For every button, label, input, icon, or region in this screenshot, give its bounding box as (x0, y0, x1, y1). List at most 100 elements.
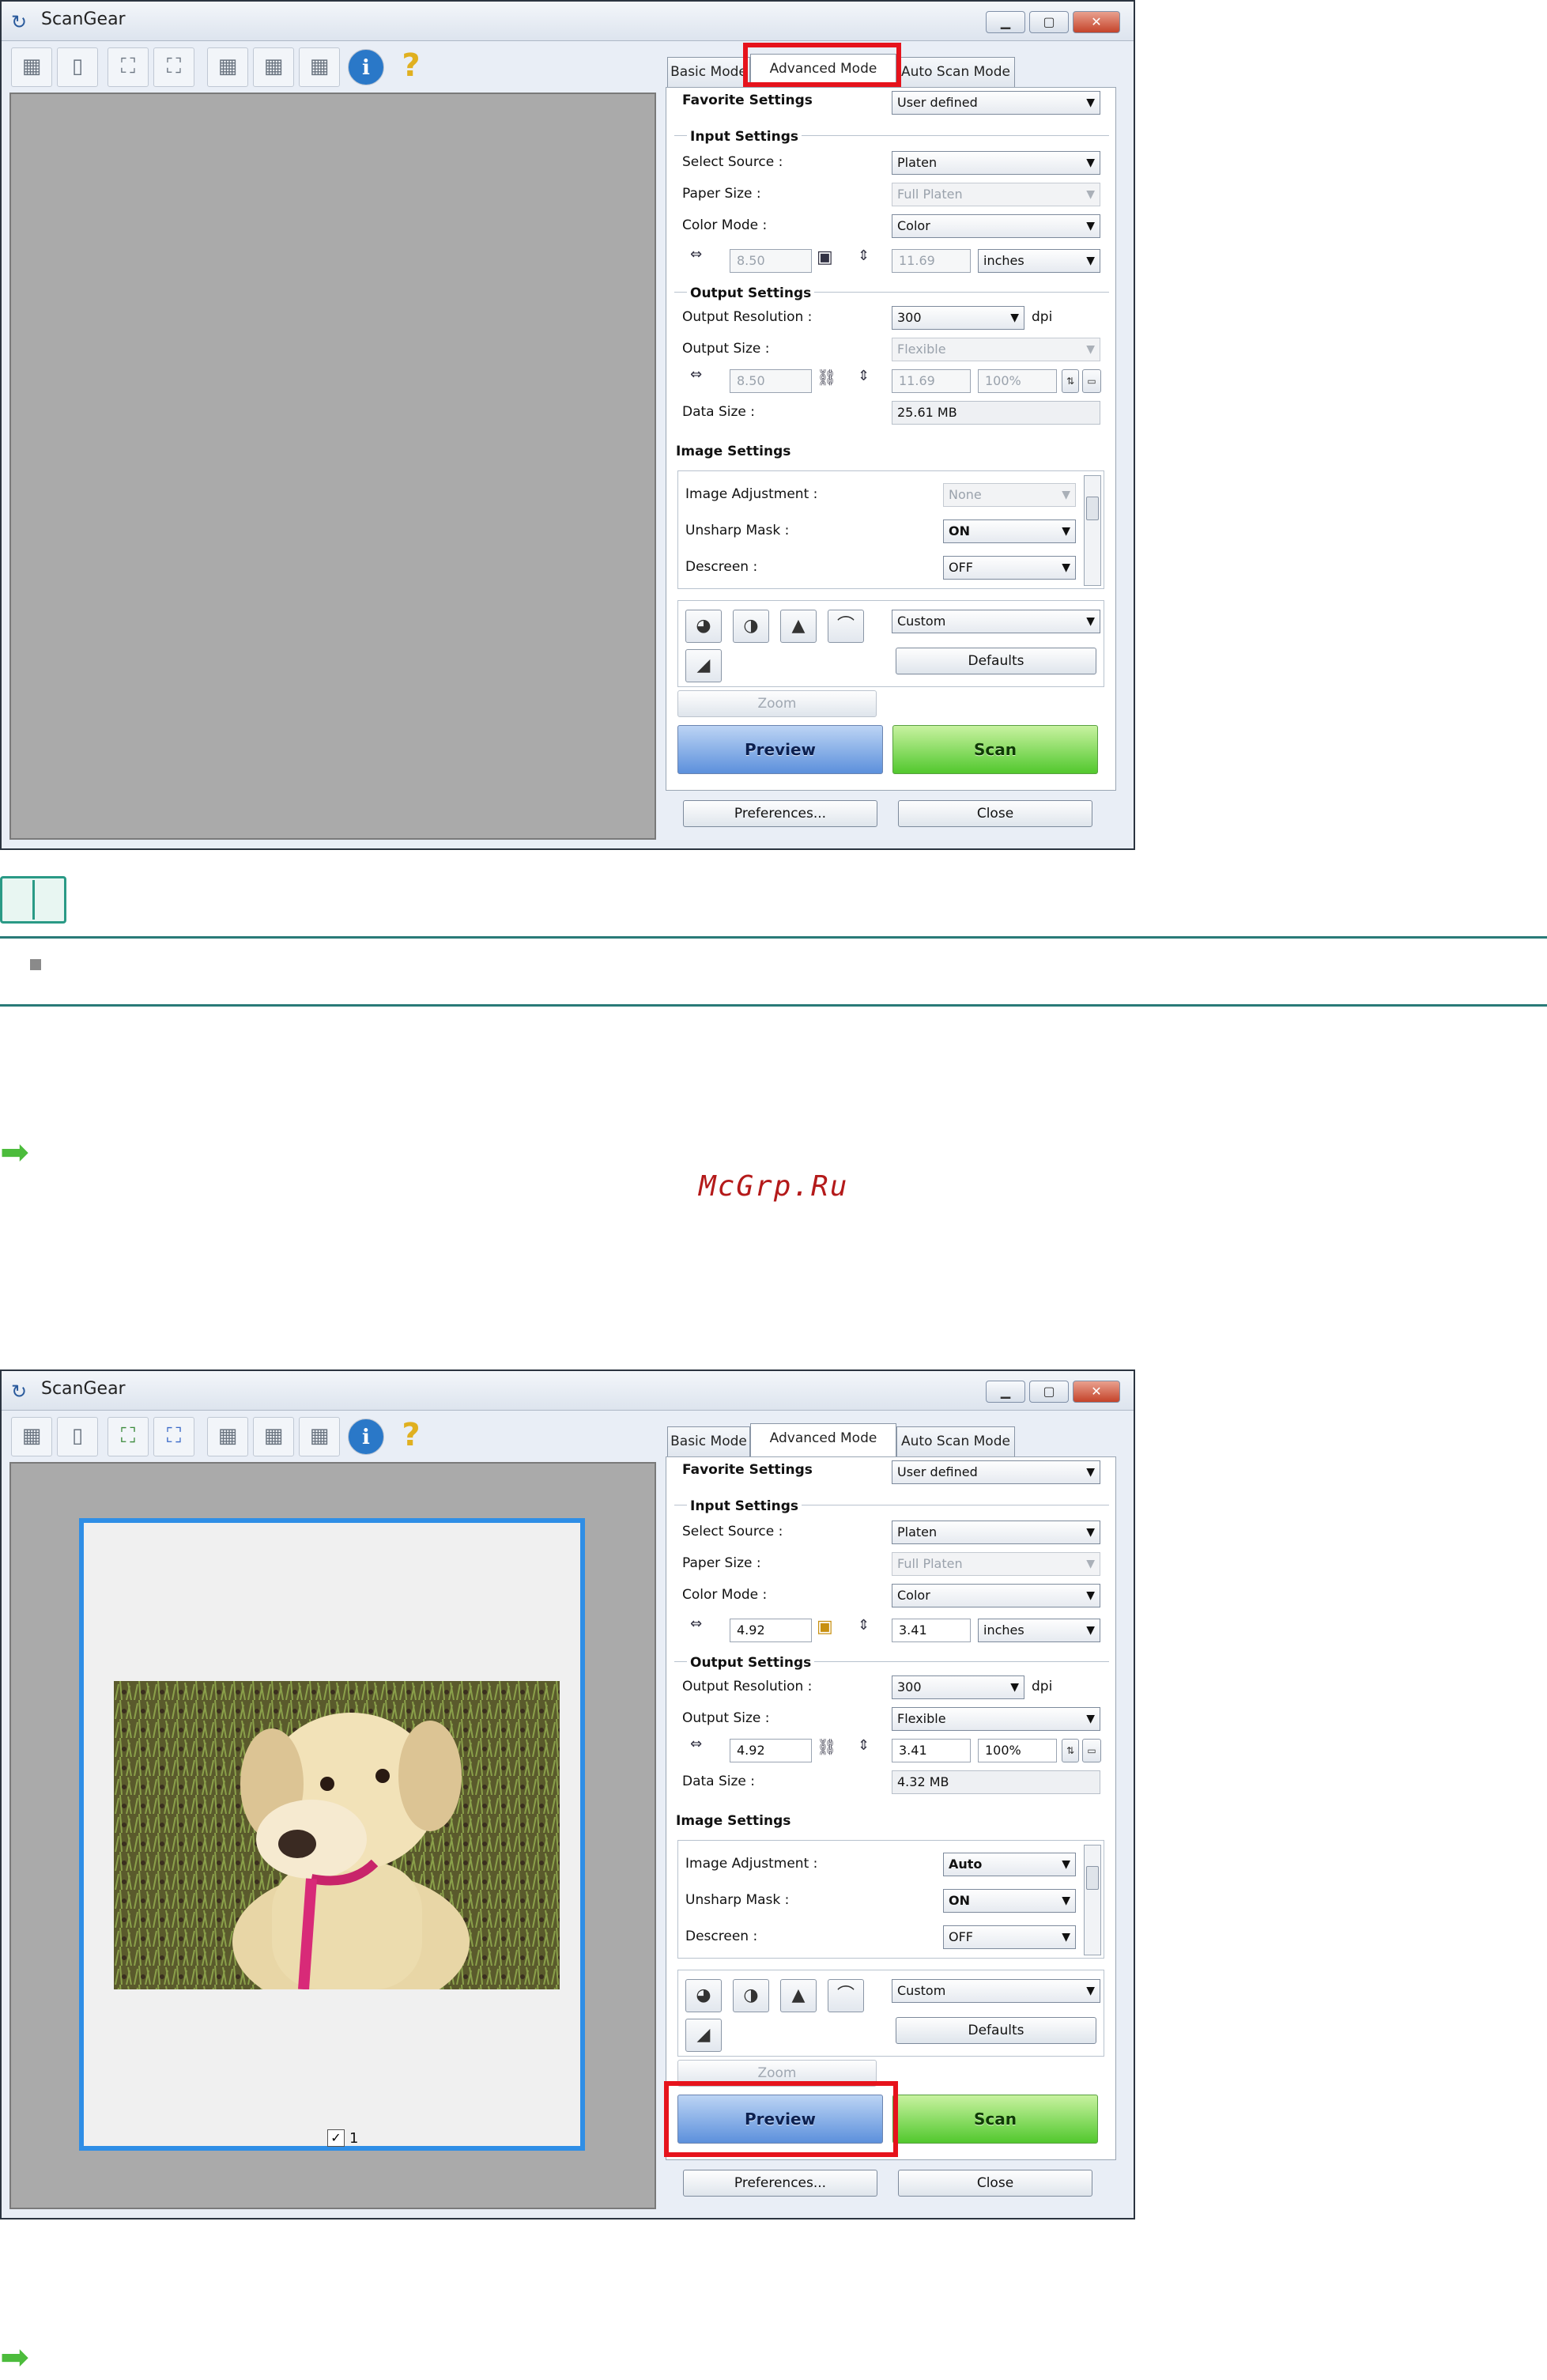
fit-icon[interactable]: ▭ (1082, 369, 1101, 393)
grid-2-icon[interactable]: ▦ (253, 1417, 294, 1456)
crop-frame-icon[interactable]: ⛶ (108, 1417, 149, 1456)
color-balance-icon[interactable]: ◕ (685, 610, 722, 643)
defaults-button[interactable]: Defaults (896, 648, 1096, 674)
grid-1-icon[interactable]: ▦ (207, 1417, 248, 1456)
output-size-dropdown[interactable]: Flexible ▼ (892, 1707, 1100, 1731)
zoom-button[interactable]: Zoom (677, 690, 877, 717)
output-resolution-dropdown[interactable]: 300 ▼ (892, 1675, 1024, 1699)
minimize-button[interactable]: ▁ (986, 1381, 1025, 1403)
favorite-settings-select[interactable]: User defined ▼ (892, 91, 1100, 115)
grid-3-icon[interactable]: ▦ (299, 1417, 340, 1456)
brightness-icon[interactable]: ◑ (733, 1979, 769, 2012)
color-mode-label: Color Mode : (682, 1587, 768, 1603)
unsharp-mask-dropdown[interactable]: ON ▼ (943, 519, 1076, 543)
output-width-field[interactable]: 4.92 (730, 1739, 812, 1762)
close-button[interactable]: Close (898, 800, 1092, 827)
image-adjustment-dropdown[interactable]: None ▼ (943, 483, 1076, 507)
select-source-dropdown[interactable]: Platen ▼ (892, 151, 1100, 175)
tab-auto-scan-mode[interactable]: Auto Scan Mode (896, 57, 1015, 87)
close-window-button[interactable]: ✕ (1073, 11, 1120, 33)
tab-advanced-mode[interactable]: Advanced Mode (750, 1423, 896, 1456)
help-icon[interactable]: ? (391, 1417, 432, 1456)
select-source-dropdown[interactable]: Platen ▼ (892, 1521, 1100, 1544)
descreen-dropdown[interactable]: OFF ▼ (943, 556, 1076, 580)
preferences-button[interactable]: Preferences... (683, 2170, 877, 2197)
close-button[interactable]: Close (898, 2170, 1092, 2197)
tab-basic-mode[interactable]: Basic Mode (667, 57, 750, 87)
maximize-button[interactable]: ▢ (1029, 1381, 1069, 1403)
output-width-field[interactable]: 8.50 (730, 369, 812, 393)
scanner-icon[interactable]: ▦ (11, 47, 52, 87)
color-mode-dropdown[interactable]: Color ▼ (892, 1584, 1100, 1607)
crop-frame-icon[interactable]: ⛶ (108, 47, 149, 87)
tone-curve-icon[interactable]: ⌒ (828, 610, 864, 643)
scale-spin-icon[interactable]: ⇅ (1062, 369, 1079, 393)
grid-3-icon[interactable]: ▦ (299, 47, 340, 87)
output-height-field[interactable]: 11.69 (892, 369, 971, 393)
tone-preset-dropdown[interactable]: Custom ▼ (892, 1979, 1100, 2003)
blank-page-icon[interactable]: ▯ (57, 1417, 98, 1456)
color-balance-icon[interactable]: ◕ (685, 1979, 722, 2012)
mode-tabs: Basic Mode Advanced Mode Auto Scan Mode (667, 1423, 1126, 1458)
info-icon[interactable]: i (348, 1419, 384, 1455)
favorite-settings-select[interactable]: User defined ▼ (892, 1460, 1100, 1484)
chain-link-icon[interactable]: ⛓ (817, 1737, 836, 1756)
aspect-lock-icon[interactable]: ▣ (817, 247, 833, 267)
auto-crop-icon[interactable]: ⛶ (153, 1417, 194, 1456)
image-settings-scrollbar[interactable] (1084, 475, 1101, 586)
paper-size-dropdown[interactable]: Full Platen ▼ (892, 1552, 1100, 1576)
preview-page-frame[interactable]: ✓ 1 (79, 1518, 585, 2151)
scan-button[interactable]: Scan (892, 2095, 1098, 2144)
fit-icon[interactable]: ▭ (1082, 1739, 1101, 1762)
output-resolution-label: Output Resolution : (682, 1679, 813, 1694)
info-icon[interactable]: i (348, 49, 384, 85)
input-height-field[interactable]: 3.41 (892, 1619, 971, 1642)
unsharp-mask-dropdown[interactable]: ON ▼ (943, 1889, 1076, 1913)
color-mode-label: Color Mode : (682, 217, 768, 233)
scale-spin-icon[interactable]: ⇅ (1062, 1739, 1079, 1762)
blank-page-icon[interactable]: ▯ (57, 47, 98, 87)
output-height-field[interactable]: 3.41 (892, 1739, 971, 1762)
scan-button[interactable]: Scan (892, 725, 1098, 774)
scale-field[interactable]: 100% (978, 369, 1057, 393)
minimize-button[interactable]: ▁ (986, 11, 1025, 33)
defaults-button[interactable]: Defaults (896, 2017, 1096, 2044)
image-adjustment-dropdown[interactable]: Auto ▼ (943, 1853, 1076, 1876)
tone-preset-dropdown[interactable]: Custom ▼ (892, 610, 1100, 633)
tab-basic-mode[interactable]: Basic Mode (667, 1426, 750, 1456)
output-resolution-dropdown[interactable]: 300 ▼ (892, 306, 1024, 330)
input-height-field[interactable]: 11.69 (892, 249, 971, 273)
window-title: ScanGear (41, 1379, 126, 1399)
image-settings-scrollbar[interactable] (1084, 1845, 1101, 1955)
scanned-dog-image[interactable] (114, 1681, 560, 1989)
input-width-field[interactable]: 8.50 (730, 249, 812, 273)
aspect-lock-icon[interactable]: ▣ (817, 1617, 833, 1637)
histogram-icon[interactable]: ▲ (780, 610, 817, 643)
maximize-button[interactable]: ▢ (1029, 11, 1069, 33)
units-dropdown[interactable]: inches ▼ (978, 1619, 1100, 1642)
color-mode-dropdown[interactable]: Color ▼ (892, 214, 1100, 238)
histogram-icon[interactable]: ▲ (780, 1979, 817, 2012)
preview-button[interactable]: Preview (677, 725, 883, 774)
grid-2-icon[interactable]: ▦ (253, 47, 294, 87)
paper-size-dropdown[interactable]: Full Platen ▼ (892, 183, 1100, 206)
scanner-icon[interactable]: ▦ (11, 1417, 52, 1456)
output-size-dropdown[interactable]: Flexible ▼ (892, 338, 1100, 361)
help-icon[interactable]: ? (391, 47, 432, 87)
units-dropdown[interactable]: inches ▼ (978, 249, 1100, 273)
preview-area[interactable] (9, 93, 656, 840)
tab-auto-scan-mode[interactable]: Auto Scan Mode (896, 1426, 1015, 1456)
grid-1-icon[interactable]: ▦ (207, 47, 248, 87)
close-window-button[interactable]: ✕ (1073, 1381, 1120, 1403)
scale-field[interactable]: 100% (978, 1739, 1057, 1762)
threshold-icon[interactable]: ◢ (685, 2019, 722, 2052)
frame-checkbox[interactable]: ✓ (327, 2129, 345, 2147)
input-width-field[interactable]: 4.92 (730, 1619, 812, 1642)
brightness-icon[interactable]: ◑ (733, 610, 769, 643)
chain-link-icon[interactable]: ⛓ (817, 368, 836, 387)
descreen-dropdown[interactable]: OFF ▼ (943, 1925, 1076, 1949)
preferences-button[interactable]: Preferences... (683, 800, 877, 827)
threshold-icon[interactable]: ◢ (685, 649, 722, 682)
auto-crop-icon[interactable]: ⛶ (153, 47, 194, 87)
tone-curve-icon[interactable]: ⌒ (828, 1979, 864, 2012)
